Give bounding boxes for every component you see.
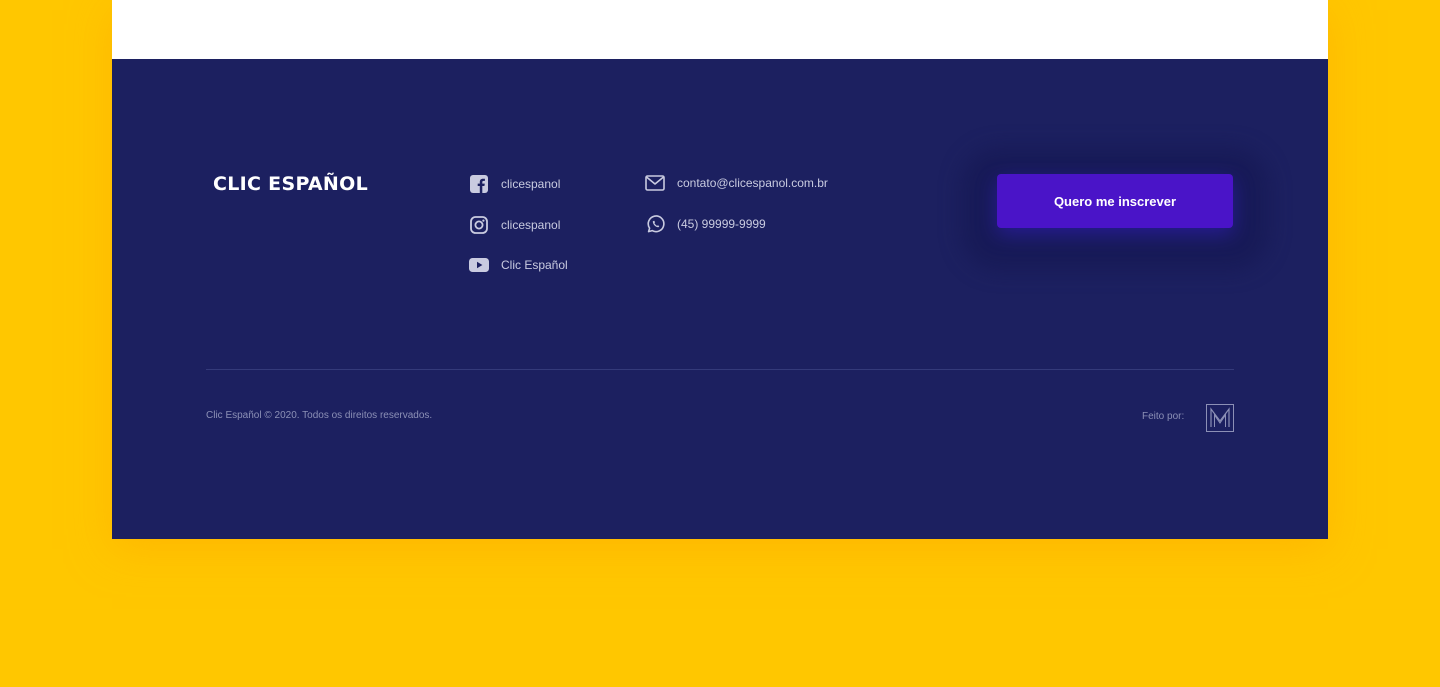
footer-divider	[206, 369, 1234, 370]
brand-logo[interactable]: CLIC ESPAÑOL	[213, 173, 368, 195]
instagram-link-label: clicespanol	[501, 218, 561, 232]
subscribe-button[interactable]: Quero me inscrever	[997, 174, 1233, 228]
made-by-label: Feito por:	[1142, 411, 1185, 422]
page-card: CLIC ESPAÑOL clicespanol clicespanol Cli…	[112, 0, 1328, 539]
instagram-icon	[469, 215, 489, 235]
instagram-link[interactable]: clicespanol	[469, 215, 560, 235]
mail-icon	[645, 173, 665, 193]
youtube-link[interactable]: Clic Español	[469, 255, 568, 275]
email-link-label: contato@clicespanol.com.br	[677, 176, 828, 190]
email-link[interactable]: contato@clicespanol.com.br	[645, 173, 828, 193]
youtube-link-label: Clic Español	[501, 258, 568, 272]
youtube-icon	[469, 255, 489, 275]
whatsapp-link[interactable]: (45) 99999-9999	[645, 214, 766, 234]
facebook-link[interactable]: clicespanol	[469, 174, 560, 194]
phone-link-label: (45) 99999-9999	[677, 217, 766, 231]
facebook-link-label: clicespanol	[501, 177, 561, 191]
maker-logo-link[interactable]	[1206, 404, 1234, 432]
maker-logo-icon	[1206, 404, 1234, 436]
copyright-text: Clic Español © 2020. Todos os direitos r…	[206, 410, 433, 421]
site-footer: CLIC ESPAÑOL clicespanol clicespanol Cli…	[112, 59, 1328, 539]
whatsapp-icon	[645, 214, 665, 234]
content-area-end	[112, 0, 1328, 59]
facebook-icon	[469, 174, 489, 194]
